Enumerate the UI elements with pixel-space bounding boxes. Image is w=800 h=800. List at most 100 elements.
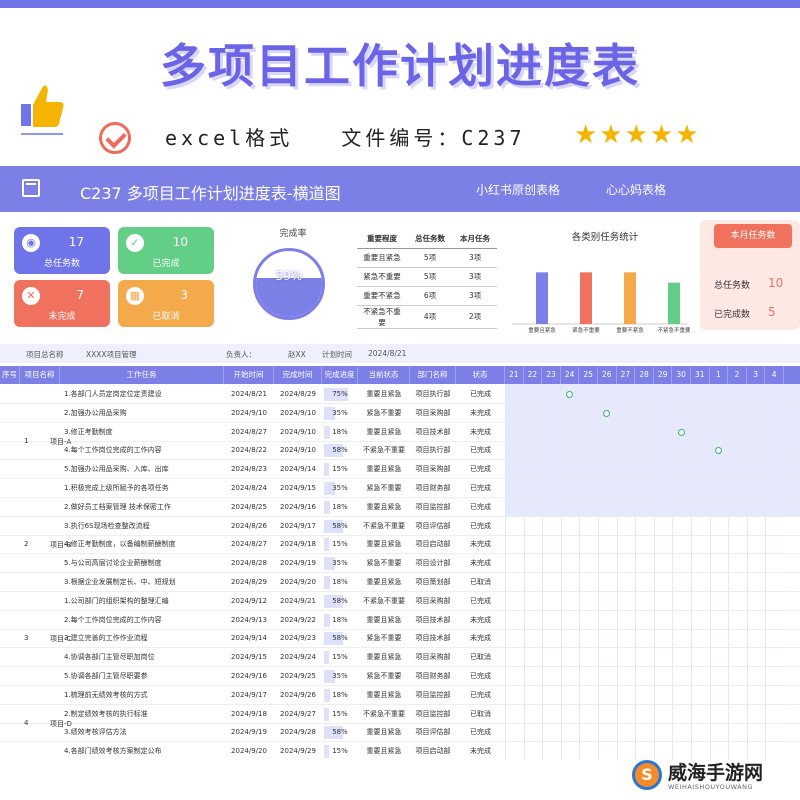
end-date-cell[interactable]: 2024/9/25 (274, 667, 322, 686)
gantt-cell[interactable] (672, 610, 691, 630)
gantt-cell[interactable] (560, 591, 580, 611)
gantt-cell[interactable] (691, 497, 710, 517)
status-cell[interactable]: 已完成 (456, 723, 505, 742)
gantt-cell[interactable] (672, 479, 691, 498)
gantt-cell[interactable] (616, 704, 636, 724)
progress-cell[interactable]: 15% (322, 535, 358, 554)
gantt-cell[interactable] (598, 422, 617, 442)
gantt-cell[interactable] (746, 403, 766, 423)
progress-cell[interactable]: 35% (322, 667, 358, 686)
status-cell[interactable]: 已完成 (456, 686, 505, 705)
status-cell[interactable]: 未完成 (456, 554, 505, 573)
progress-cell[interactable]: 58% (322, 629, 358, 648)
gantt-cell[interactable] (728, 403, 747, 423)
gantt-cell[interactable] (709, 685, 729, 705)
gantt-cell[interactable] (598, 497, 617, 517)
gantt-cell[interactable] (616, 516, 636, 536)
gantt-cell[interactable] (598, 629, 617, 649)
gantt-cell[interactable] (505, 667, 524, 686)
gantt-cell[interactable] (542, 742, 561, 760)
gantt-cell[interactable] (523, 535, 543, 555)
column-header[interactable]: 项目名称 (20, 366, 60, 384)
gantt-cell[interactable] (691, 629, 710, 649)
start-date-cell[interactable]: 2024/8/27 (224, 535, 274, 554)
table-row[interactable]: 3.绩效考核评估方法 2024/9/19 2024/9/28 58% 重要且紧急 项目评估… (0, 723, 800, 743)
start-date-cell[interactable]: 2024/8/24 (224, 479, 274, 498)
gantt-cell[interactable] (672, 460, 691, 480)
gantt-cell[interactable] (560, 554, 580, 574)
current-state-cell[interactable]: 重要且紧急 (358, 723, 410, 742)
table-row[interactable]: 2.每个工作岗位完成的工作内容 2024/9/13 2024/9/22 18% 重要且紧… (0, 610, 800, 630)
gantt-cell[interactable] (616, 723, 636, 743)
gantt-cell[interactable] (709, 460, 729, 480)
gantt-cell[interactable] (635, 497, 654, 517)
owner-value[interactable]: 赵XX (288, 349, 306, 360)
gantt-cell[interactable] (728, 535, 747, 555)
gantt-cell[interactable] (598, 591, 617, 611)
gantt-cell[interactable] (765, 516, 784, 536)
gantt-cell[interactable] (746, 535, 766, 555)
gantt-cell[interactable] (598, 535, 617, 555)
end-date-cell[interactable]: 2024/9/22 (274, 611, 322, 630)
department-cell[interactable]: 项目评估部 (410, 723, 456, 742)
gantt-cell[interactable] (765, 610, 784, 630)
current-state-cell[interactable]: 重要且紧急 (358, 742, 410, 760)
department-cell[interactable]: 项目技术部 (410, 423, 456, 442)
progress-cell[interactable]: 58% (322, 517, 358, 536)
progress-cell[interactable]: 18% (322, 611, 358, 630)
gantt-cell[interactable] (598, 554, 617, 574)
table-row[interactable]: 1.各部门人员定岗定位定责建设 2024/8/21 2024/8/29 75% 重要且紧… (0, 385, 800, 404)
gantt-cell[interactable] (635, 648, 654, 668)
task-cell[interactable]: 4.各部门绩效考核方案制定公布 (60, 742, 224, 760)
gantt-cell[interactable] (616, 385, 636, 404)
department-cell[interactable]: 项目监控部 (410, 686, 456, 705)
gantt-cell[interactable] (505, 648, 524, 668)
gantt-cell[interactable] (505, 723, 524, 743)
gantt-cell[interactable] (691, 535, 710, 555)
gantt-cell[interactable] (728, 629, 747, 649)
gantt-cell[interactable] (523, 554, 543, 574)
column-header[interactable]: 开始时间 (224, 366, 274, 384)
gantt-cell[interactable] (709, 629, 729, 649)
gantt-cell[interactable] (635, 403, 654, 423)
gantt-cell[interactable] (672, 554, 691, 574)
department-cell[interactable]: 项目财务部 (410, 667, 456, 686)
gantt-cell[interactable] (746, 441, 766, 461)
gantt-cell[interactable] (672, 667, 691, 686)
gantt-cell[interactable] (579, 591, 598, 611)
gantt-cell[interactable] (672, 497, 691, 517)
gantt-cell[interactable] (523, 723, 543, 743)
gantt-cell[interactable] (746, 723, 766, 743)
gantt-cell[interactable] (672, 573, 691, 592)
gantt-cell[interactable] (653, 516, 673, 536)
progress-cell[interactable]: 15% (322, 705, 358, 724)
gantt-cell[interactable] (598, 704, 617, 724)
current-state-cell[interactable]: 不紧急不重要 (358, 705, 410, 724)
end-date-cell[interactable]: 2024/9/18 (274, 535, 322, 554)
department-cell[interactable]: 项目技术部 (410, 611, 456, 630)
start-date-cell[interactable]: 2024/9/20 (224, 742, 274, 760)
gantt-cell[interactable] (542, 704, 561, 724)
gantt-cell[interactable] (505, 516, 524, 536)
gantt-cell[interactable] (635, 554, 654, 574)
gantt-cell[interactable] (728, 704, 747, 724)
gantt-cell[interactable] (542, 460, 561, 480)
gantt-cell[interactable] (728, 648, 747, 668)
department-cell[interactable]: 项目采购部 (410, 460, 456, 479)
table-row[interactable]: 1.积极完成上级所赋予的各项任务 2024/8/24 2024/9/15 35% 紧急不… (0, 479, 800, 498)
progress-cell[interactable]: 58% (322, 592, 358, 611)
gantt-cell[interactable] (560, 667, 580, 686)
department-cell[interactable]: 项目监控部 (410, 498, 456, 517)
gantt-cell[interactable] (505, 403, 524, 423)
end-date-cell[interactable]: 2024/9/10 (274, 423, 322, 442)
gantt-cell[interactable] (746, 516, 766, 536)
end-date-cell[interactable]: 2024/9/14 (274, 460, 322, 479)
gantt-cell[interactable] (542, 535, 561, 555)
end-date-cell[interactable]: 2024/9/29 (274, 742, 322, 760)
gantt-cell[interactable] (746, 422, 766, 442)
status-cell[interactable]: 已完成 (456, 385, 505, 404)
gantt-cell[interactable] (691, 479, 710, 498)
gantt-cell[interactable] (728, 573, 747, 592)
gantt-cell[interactable] (709, 385, 729, 404)
gantt-cell[interactable] (598, 685, 617, 705)
